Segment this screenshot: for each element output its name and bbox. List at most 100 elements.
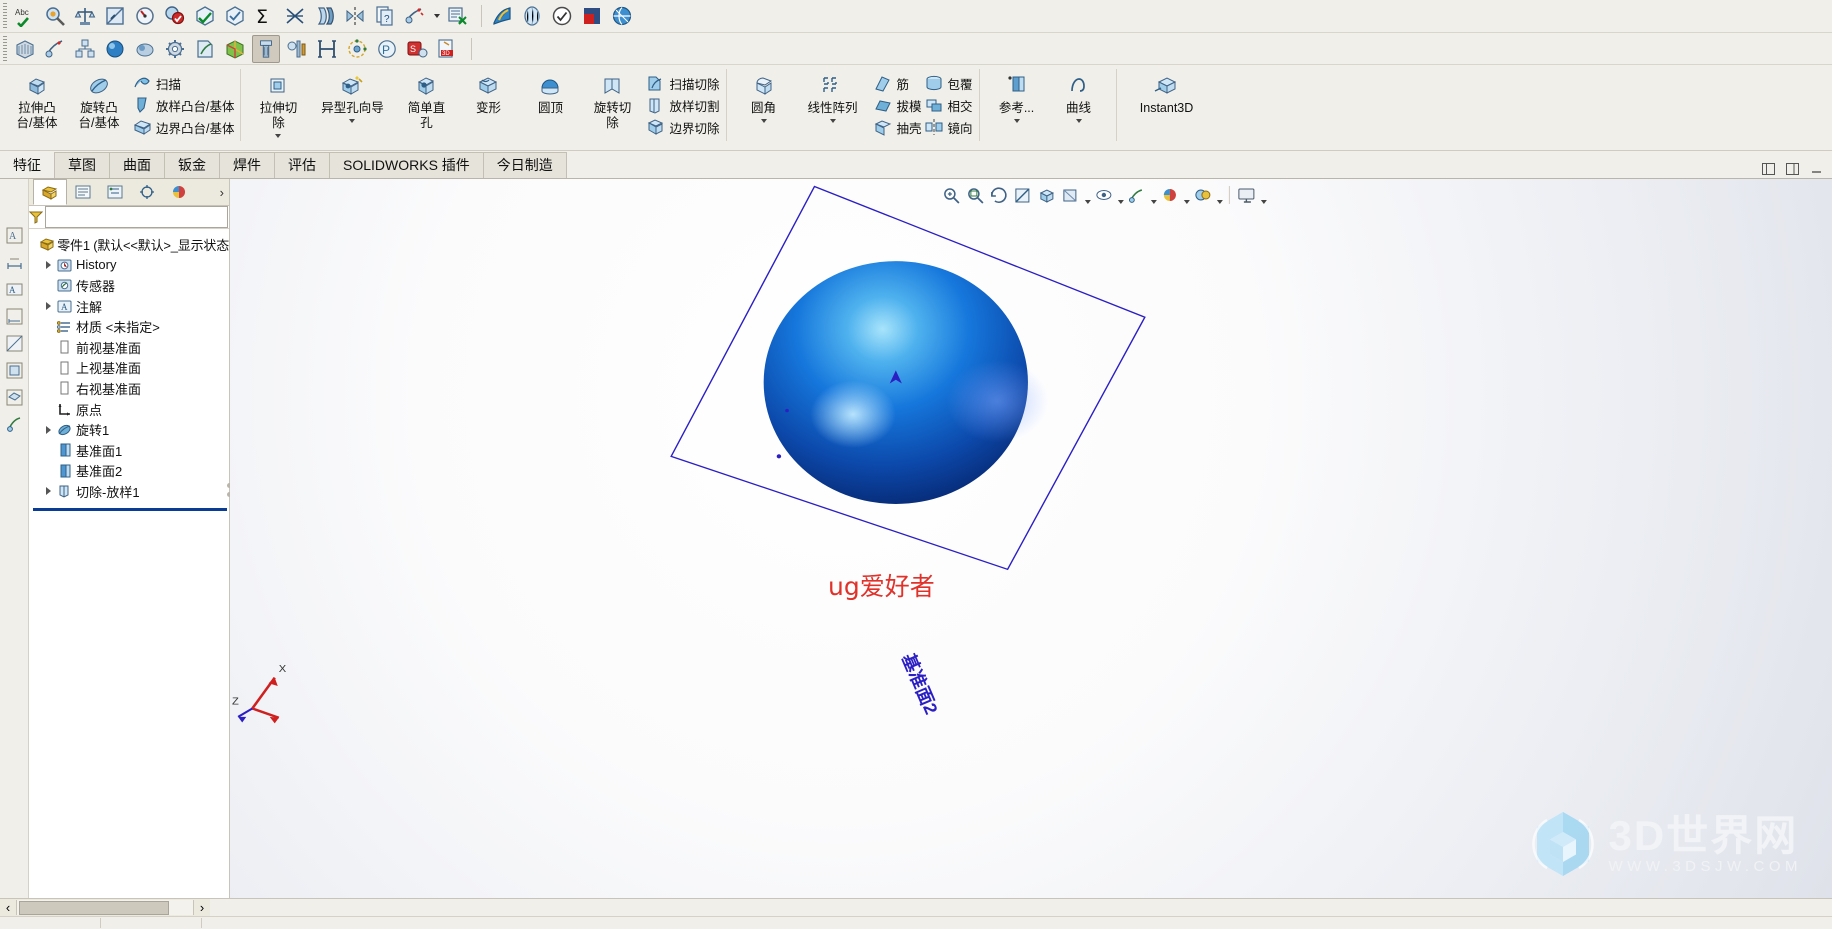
appearance-icon[interactable]: [519, 3, 545, 29]
scroll-thumb[interactable]: [19, 901, 169, 915]
configuration-manager-tab[interactable]: [99, 180, 131, 204]
compare-documents-icon[interactable]: ?: [372, 3, 398, 29]
fillet-button[interactable]: 圆角: [733, 67, 795, 126]
tab-manufacturing-today[interactable]: 今日制造: [482, 152, 567, 178]
wrap-button[interactable]: 包覆: [922, 72, 973, 94]
extrude-cut-button[interactable]: 拉伸切除: [247, 67, 309, 141]
symmetry-check-icon[interactable]: [342, 3, 368, 29]
property-manager-tab[interactable]: [67, 180, 99, 204]
mass-properties-icon[interactable]: [72, 3, 98, 29]
spell-check-icon[interactable]: Abc: [12, 3, 38, 29]
sketch-text-icon[interactable]: A: [4, 225, 24, 245]
toolbox-bolt-icon[interactable]: [252, 34, 280, 63]
tree-item[interactable]: 右视基准面: [29, 378, 229, 399]
toolbox-parts-icon[interactable]: [284, 36, 310, 62]
hole-wizard-button[interactable]: 异型孔向导: [309, 67, 395, 126]
draft-button[interactable]: 拔模: [871, 94, 922, 116]
color-swatch-icon[interactable]: [579, 3, 605, 29]
linear-dimension-icon[interactable]: [4, 306, 24, 326]
tree-root-item[interactable]: 零件1 (默认<<默认>_显示状态: [29, 234, 229, 255]
tab-features[interactable]: 特征: [0, 152, 55, 178]
display-manager-tab[interactable]: [163, 180, 195, 204]
scene-icon[interactable]: [132, 36, 158, 62]
toolbar-grip[interactable]: [3, 3, 7, 29]
lofted-cut-button[interactable]: 放样切割: [643, 94, 720, 116]
expand-arrow-icon[interactable]: [42, 302, 55, 310]
chevron-down-icon[interactable]: [761, 116, 767, 126]
tree-item[interactable]: 前视基准面: [29, 337, 229, 358]
import-diagnostics-icon[interactable]: [222, 3, 248, 29]
realview-icon[interactable]: [489, 3, 515, 29]
tree-item[interactable]: 传感器: [29, 275, 229, 296]
extrude-boss-button[interactable]: 拉伸凸 台/基体: [6, 67, 68, 131]
tree-item[interactable]: 切除-放样1: [29, 481, 229, 502]
tab-weldments[interactable]: 焊件: [219, 152, 275, 178]
curves-button[interactable]: 曲线: [1048, 67, 1110, 126]
equations-icon[interactable]: Σ: [252, 3, 278, 29]
design-checker-icon[interactable]: [444, 3, 470, 29]
expand-arrow-icon[interactable]: [42, 261, 55, 269]
chevron-down-icon[interactable]: [1014, 116, 1020, 126]
sensor-icon[interactable]: [402, 3, 428, 29]
feature-manager-tab[interactable]: [33, 179, 67, 205]
assembly-icon[interactable]: [72, 36, 98, 62]
search-input[interactable]: [45, 206, 228, 228]
restore-window-button[interactable]: [1761, 162, 1776, 176]
dome-button[interactable]: 圆顶: [519, 67, 581, 116]
deform-button[interactable]: 变形: [457, 67, 519, 116]
check-entity-icon[interactable]: [162, 3, 188, 29]
tree-item[interactable]: 原点: [29, 399, 229, 420]
dimxpert-manager-tab[interactable]: [131, 180, 163, 204]
minimize-window-button[interactable]: [1809, 162, 1824, 176]
tab-evaluate[interactable]: 评估: [274, 152, 330, 178]
loft-boss-button[interactable]: 放样凸台/基体: [130, 94, 234, 116]
simple-hole-button[interactable]: 简单直孔: [395, 67, 457, 131]
note-icon[interactable]: A: [4, 279, 24, 299]
circular-pattern-icon[interactable]: [344, 36, 370, 62]
materials-icon[interactable]: [12, 36, 38, 62]
structural-member-icon[interactable]: [314, 36, 340, 62]
mirror-button[interactable]: 镜向: [922, 116, 973, 138]
tree-item[interactable]: 旋转1: [29, 419, 229, 440]
revolve-boss-button[interactable]: 旋转凸 台/基体: [68, 67, 130, 131]
smart-dimension-icon[interactable]: [4, 252, 24, 272]
gear-icon[interactable]: [162, 36, 188, 62]
tree-item[interactable]: A 注解: [29, 296, 229, 317]
appearance-tool-icon[interactable]: [4, 414, 24, 434]
display-colors-icon[interactable]: [222, 36, 248, 62]
performance-evaluation-icon[interactable]: [132, 3, 158, 29]
tab-surfaces[interactable]: 曲面: [109, 152, 165, 178]
rib-button[interactable]: 筋: [871, 72, 922, 94]
boundary-boss-button[interactable]: 边界凸台/基体: [130, 116, 234, 138]
sphere-appearance-icon[interactable]: [102, 36, 128, 62]
curvature-display-icon[interactable]: [42, 36, 68, 62]
expand-panel-button[interactable]: ›: [220, 185, 229, 200]
rollback-bar[interactable]: [33, 507, 227, 511]
tab-sketch[interactable]: 草图: [54, 152, 110, 178]
shell-button[interactable]: 抽壳: [871, 116, 922, 138]
tree-item[interactable]: History: [29, 255, 229, 276]
expand-arrow-icon[interactable]: [42, 487, 55, 495]
tree-item[interactable]: 基准面2: [29, 461, 229, 482]
chevron-down-icon[interactable]: [1076, 116, 1082, 126]
toolbar-grip-2[interactable]: [3, 36, 7, 62]
horizontal-scrollbar[interactable]: ‹ ›: [0, 898, 1832, 916]
hide-show-icon[interactable]: [4, 387, 24, 407]
render-icon[interactable]: [609, 3, 635, 29]
tab-solidworks-addins[interactable]: SOLIDWORKS 插件: [329, 152, 484, 178]
swept-cut-button[interactable]: 扫描切除: [643, 72, 720, 94]
measure-icon[interactable]: [42, 3, 68, 29]
revolve-cut-button[interactable]: 旋转切除: [581, 67, 643, 131]
draft-analysis-icon[interactable]: [312, 3, 338, 29]
tab-sheetmetal[interactable]: 钣金: [164, 152, 220, 178]
instant3d-button[interactable]: Instant3D: [1123, 67, 1211, 116]
tree-item[interactable]: 基准面1: [29, 440, 229, 461]
scroll-right-button[interactable]: ›: [193, 900, 210, 915]
validate-icon[interactable]: [549, 3, 575, 29]
sweep-button[interactable]: 扫描: [130, 72, 234, 94]
scroll-left-button[interactable]: ‹: [0, 900, 17, 915]
scroll-track[interactable]: [17, 900, 193, 915]
section-view-icon[interactable]: [4, 333, 24, 353]
boundary-cut-button[interactable]: 边界切除: [643, 116, 720, 138]
section-properties-icon[interactable]: [102, 3, 128, 29]
